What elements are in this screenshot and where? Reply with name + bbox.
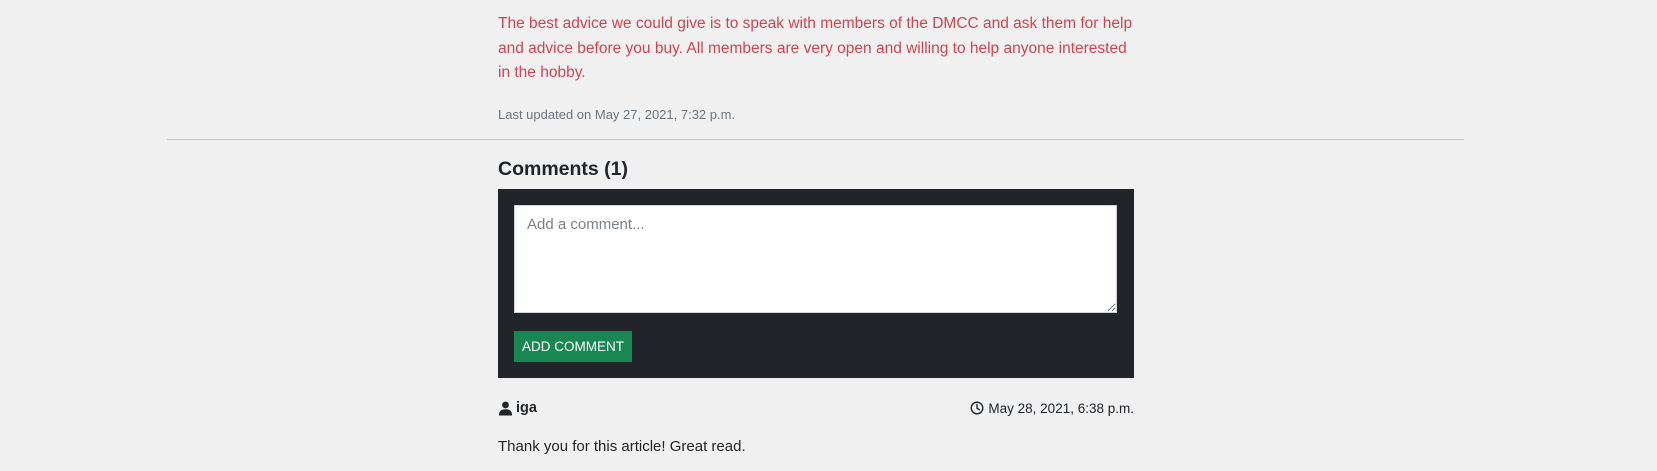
- comment-form: ADD COMMENT: [498, 189, 1134, 378]
- comment-author-name: iga: [516, 400, 537, 416]
- comments-heading: Comments (1): [498, 158, 629, 180]
- comment-body: Thank you for this article! Great read.: [498, 438, 746, 455]
- clock-icon: [970, 401, 985, 416]
- comments-section: Comments (1) ADD COMMENT iga: [498, 155, 1134, 457]
- add-comment-button[interactable]: ADD COMMENT: [514, 331, 632, 362]
- comment-textarea[interactable]: [514, 205, 1117, 313]
- section-divider: [167, 139, 1464, 140]
- advice-paragraph: The best advice we could give is to spea…: [498, 15, 1133, 81]
- comment-date-text: May 28, 2021, 6:38 p.m.: [988, 400, 1134, 416]
- last-updated-text: Last updated on May 27, 2021, 7:32 p.m.: [498, 106, 736, 122]
- user-icon: [498, 401, 513, 416]
- comment-date: May 28, 2021, 6:38 p.m.: [970, 401, 1134, 416]
- comment-item: iga May 28, 2021, 6:38 p.m. Thank you fo…: [498, 399, 1134, 457]
- article-tail: The best advice we could give is to spea…: [498, 12, 1138, 124]
- comment-author: iga: [498, 400, 537, 416]
- comment-meta: iga May 28, 2021, 6:38 p.m.: [498, 399, 1134, 417]
